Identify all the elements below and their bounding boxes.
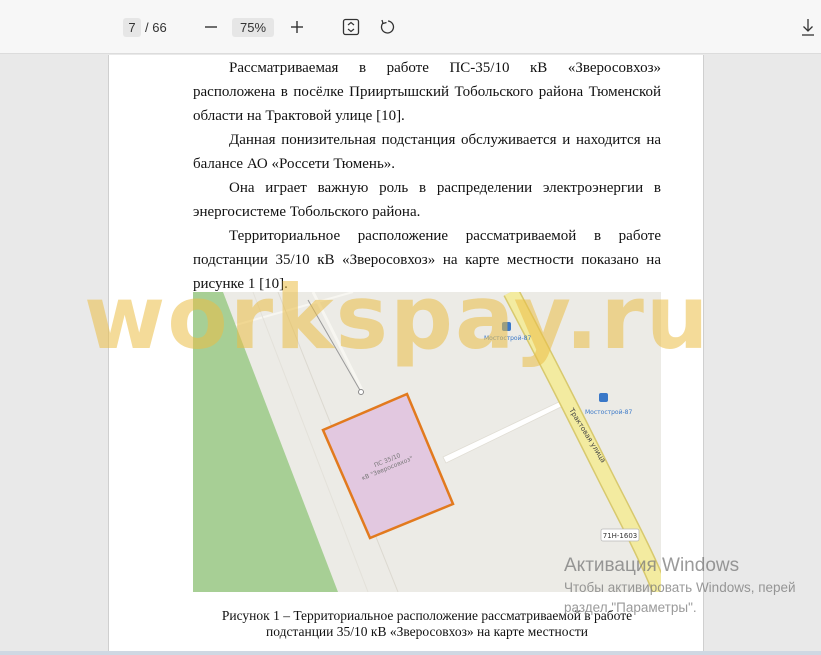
download-icon [802,19,814,36]
minus-icon [205,26,217,28]
map-poi-icon [502,322,511,331]
windows-activation-title: Активация Windows [564,555,740,576]
windows-activation-line-1: Чтобы активировать Windows, перей [564,580,796,595]
paragraph-2-text: Данная понизительная подстанция обслужив… [193,132,661,172]
map-road-number: 71Н-1603 [603,532,638,540]
rotate-button[interactable] [377,16,399,38]
zoom-in-button[interactable] [286,16,308,38]
caption-line-2: подстанции 35/10 кВ «Зверосовхоз» на кар… [265,624,588,639]
map-poi-2: Мостострой-87 [585,409,632,416]
plus-icon [291,21,303,33]
current-page-input[interactable]: 7 [123,18,141,37]
zoom-out-button[interactable] [200,16,222,38]
map-poi-1: Мостострой-87 [484,335,531,342]
paragraph-1-text: Рассматриваемая в работе ПС-35/10 кВ «Зв… [193,60,661,124]
map-image: Трактовая улица 71Н-1603 ПС 35/10 кВ "Зв… [193,292,661,592]
fit-page-icon [342,18,360,36]
fit-page-button[interactable] [340,16,362,38]
paragraph-2: Данная понизительная подстанция обслужив… [193,128,661,176]
taskbar-edge [0,651,821,655]
pdf-toolbar: 7 / 66 75% [0,0,821,54]
paragraph-4: Территориальное расположение рассматрива… [193,224,661,296]
zoom-level[interactable]: 75% [232,18,274,37]
download-button[interactable] [797,16,819,38]
paragraph-3: Она играет важную роль в распределении э… [193,176,661,224]
total-pages: / 66 [145,20,167,35]
map-pole [358,389,364,395]
paragraph-4-text: Территориальное расположение рассматрива… [193,228,661,292]
rotate-icon [380,19,395,34]
map-poi-icon [599,393,608,402]
windows-activation-line-2: раздел "Параметры". [564,600,697,615]
figure-map: Трактовая улица 71Н-1603 ПС 35/10 кВ "Зв… [193,292,661,592]
paragraph-3-text: Она играет важную роль в распределении э… [193,180,661,220]
paragraph-1: Рассматриваемая в работе ПС-35/10 кВ «Зв… [193,56,661,128]
